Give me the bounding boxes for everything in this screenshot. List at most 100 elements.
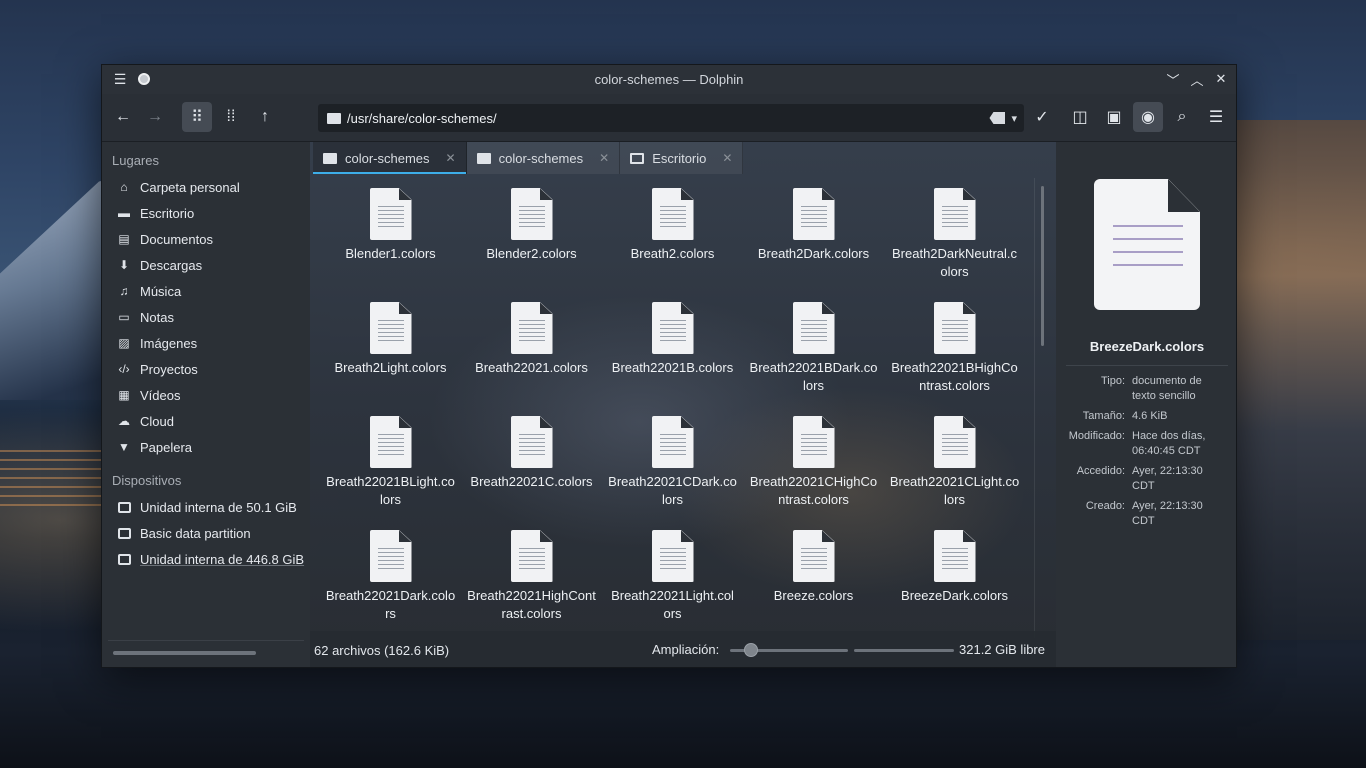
close-button[interactable]: ✕ — [1214, 71, 1228, 87]
forward-button[interactable]: → — [140, 102, 170, 132]
info-value: Hace dos días, 06:40:45 CDT — [1132, 430, 1206, 457]
text-file-icon — [369, 188, 412, 240]
compact-view-button[interactable]: ⁞⁞ — [216, 102, 246, 132]
wallpaper-houses — [1226, 120, 1366, 640]
text-file-icon — [933, 530, 976, 582]
info-key: Modificado: — [1068, 430, 1125, 442]
file-item[interactable]: Breath22021BHighContrast.colors — [884, 302, 1025, 416]
folder-icon — [476, 152, 491, 164]
sidebar-item-home[interactable]: ⌂ Carpeta personal — [102, 174, 310, 200]
compact-grid-icon: ⁞⁞ — [226, 108, 236, 125]
file-item[interactable]: Breath22021CDark.colors — [602, 416, 743, 530]
arrow-right-icon: → — [147, 108, 163, 125]
sidebar-item-label: Proyectos — [140, 361, 198, 377]
tab-color-schemes-2[interactable]: color-schemes ✕ — [466, 142, 621, 174]
sidebar-item-cloud[interactable]: ☁ Cloud — [102, 408, 310, 434]
preview-button[interactable]: ◉ — [1133, 102, 1163, 132]
back-button[interactable]: ← — [108, 102, 138, 132]
info-row: Accedido: Ayer, 22:13:30 CDT — [1056, 464, 1236, 494]
text-file-icon — [651, 302, 694, 354]
sidebar-item-drive-2[interactable]: Basic data partition — [102, 520, 310, 546]
places-panel: Lugares ⌂ Carpeta personal ▬ Escritorio ▤ D… — [102, 142, 310, 667]
sidebar-item-music[interactable]: ♫ Música — [102, 278, 310, 304]
up-button[interactable]: ↑ — [250, 102, 280, 132]
downloads-icon: ⬇ — [118, 258, 130, 272]
search-button[interactable]: ⌕ — [1167, 102, 1197, 132]
info-filename: BreezeDark.colors — [1089, 339, 1205, 354]
view-scrollbar[interactable] — [1041, 186, 1044, 346]
titlebar: ☰ color-schemes — Dolphin ﹀ ︿ ✕ — [102, 65, 1236, 94]
music-icon: ♫ — [119, 284, 129, 298]
menu-button[interactable]: ☰ — [1201, 102, 1231, 132]
zoom-label: Ampliación: — [652, 642, 720, 657]
window-menu-icon[interactable]: ☰ — [112, 71, 128, 87]
file-item[interactable]: Breath22021BLight.colors — [320, 416, 461, 530]
pin-icon[interactable] — [138, 73, 150, 85]
file-item[interactable]: Breath22021B.colors — [602, 302, 743, 416]
sidebar-scrollbar[interactable] — [113, 651, 256, 655]
text-file-icon — [510, 530, 553, 582]
file-item[interactable]: BreezeDark.colors — [884, 530, 1025, 628]
cloud-icon: ☁ — [118, 414, 130, 428]
sidebar-item-videos[interactable]: ▦ Vídeos — [102, 382, 310, 408]
text-file-icon — [510, 416, 553, 468]
file-item[interactable]: Breath22021.colors — [461, 302, 602, 416]
text-file-icon — [510, 188, 553, 240]
clear-icon[interactable] — [989, 112, 1006, 124]
location-bar[interactable]: /usr/share/color-schemes/ ▾ — [318, 104, 1024, 132]
location-path[interactable]: /usr/share/color-schemes/ — [347, 111, 989, 126]
close-tab-icon[interactable]: ✕ — [446, 151, 456, 165]
file-item[interactable]: Breath22021CLight.colors — [884, 416, 1025, 530]
file-item[interactable]: Breath22021Light.colors — [602, 530, 743, 628]
file-item[interactable]: Breath22021Dark.colors — [320, 530, 461, 628]
file-name: Blender1.colors — [345, 246, 436, 261]
pictures-icon: ▨ — [118, 336, 130, 350]
divider — [108, 640, 304, 641]
icons-view-button[interactable]: ⠿ — [182, 102, 212, 132]
file-item[interactable]: Breath22021C.colors — [461, 416, 602, 530]
sidebar-item-label: Imágenes — [140, 335, 198, 351]
drive-icon — [116, 551, 132, 567]
zoom-slider-handle[interactable] — [744, 643, 759, 657]
code-icon: ‹/› — [118, 362, 130, 376]
text-file-icon — [792, 302, 835, 354]
maximize-button[interactable]: ︿ — [1190, 71, 1204, 88]
terminal-button[interactable]: ▣ — [1099, 102, 1129, 132]
sidebar-item-trash[interactable]: ▼ Papelera — [102, 434, 310, 460]
close-tab-icon[interactable]: ✕ — [599, 151, 609, 165]
confirm-path-button[interactable]: ✓ — [1027, 102, 1057, 132]
tab-escritorio[interactable]: Escritorio ✕ — [620, 142, 744, 174]
file-item[interactable]: Breath2DarkNeutral.colors — [884, 188, 1025, 302]
file-item[interactable]: Breath2Dark.colors — [743, 188, 884, 302]
tab-color-schemes-1[interactable]: color-schemes ✕ — [313, 142, 467, 174]
file-item[interactable]: Breath22021BDark.colors — [743, 302, 884, 416]
text-file-icon — [369, 302, 412, 354]
file-item[interactable]: Blender2.colors — [461, 188, 602, 302]
info-row: Creado: Ayer, 22:13:30 CDT — [1056, 499, 1236, 529]
chevron-down-icon[interactable]: ▾ — [1011, 112, 1017, 125]
sidebar-item-drive-3[interactable]: Unidad interna de 446.8 GiB — [102, 546, 310, 572]
text-file-icon — [369, 530, 412, 582]
sidebar-item-notes[interactable]: ▭ Notas — [102, 304, 310, 330]
sidebar-item-label: Música — [140, 283, 182, 299]
file-item[interactable]: Breath2.colors — [602, 188, 743, 302]
eye-icon: ◉ — [1141, 109, 1155, 126]
sidebar-item-projects[interactable]: ‹/› Proyectos — [102, 356, 310, 382]
close-tab-icon[interactable]: ✕ — [722, 151, 732, 165]
minimize-button[interactable]: ﹀ — [1166, 71, 1180, 88]
dolphin-window: ☰ color-schemes — Dolphin ﹀ ︿ ✕ ← → ⠿ ⁞⁞… — [101, 64, 1237, 668]
sidebar-item-documents[interactable]: ▤ Documentos — [102, 226, 310, 252]
file-item[interactable]: Breath22021HighContrast.colors — [461, 530, 602, 628]
file-item[interactable]: Breeze.colors — [743, 530, 884, 628]
file-item[interactable]: Blender1.colors — [320, 188, 461, 302]
sidebar-item-desktop[interactable]: ▬ Escritorio — [102, 200, 310, 226]
text-file-icon — [651, 416, 694, 468]
file-item[interactable]: Breath2Light.colors — [320, 302, 461, 416]
file-name: Breath22021Light.colors — [611, 588, 734, 621]
sidebar-item-pictures[interactable]: ▨ Imágenes — [102, 330, 310, 356]
split-view-button[interactable]: ◫ — [1065, 102, 1095, 132]
file-item[interactable]: Breath22021CHighContrast.colors — [743, 416, 884, 530]
sidebar-item-downloads[interactable]: ⬇ Descargas — [102, 252, 310, 278]
sidebar-item-drive-1[interactable]: Unidad interna de 50.1 GiB — [102, 494, 310, 520]
free-space-bar — [854, 649, 954, 652]
